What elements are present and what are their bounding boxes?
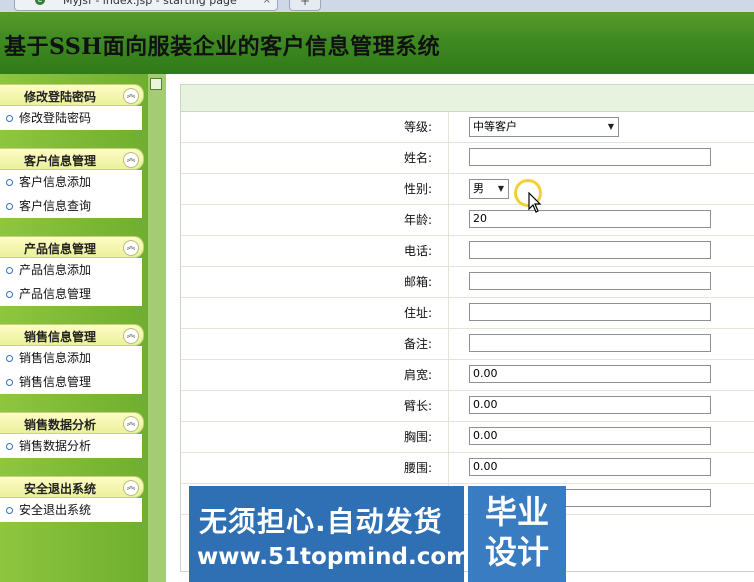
form-row-shoulder: 肩宽: 0.00 — [181, 360, 754, 391]
form-row-remark: 备注: — [181, 329, 754, 360]
sidebar-item-change-password[interactable]: 修改登陆密码 — [0, 106, 142, 130]
sidebar-item-product-add[interactable]: 产品信息添加 — [0, 258, 142, 282]
form-row-waist: 腰围: 0.00 — [181, 453, 754, 484]
sidebar-item-customer-add[interactable]: 客户信息添加 — [0, 170, 142, 194]
collapse-chevron-icon[interactable]: ︽ — [123, 240, 139, 256]
field-label: 腰围: — [181, 453, 449, 483]
bullet-icon — [6, 379, 13, 386]
form-row-address: 住址: — [181, 298, 754, 329]
form-row-phone: 电话: — [181, 236, 754, 267]
arm-length-input[interactable]: 0.00 — [469, 396, 711, 414]
bullet-icon — [6, 179, 13, 186]
watermark-side-panel: 毕业设计 — [468, 486, 566, 582]
field-label: 臂长: — [181, 391, 449, 421]
sidebar-splitter[interactable] — [148, 74, 166, 582]
field-label: 年龄: — [181, 205, 449, 235]
menu-group-product: 产品信息管理 ︽ 产品信息添加 产品信息管理 — [0, 236, 144, 306]
chest-input[interactable]: 0.00 — [469, 427, 711, 445]
field-label: 电话: — [181, 236, 449, 266]
watermark-slogan: 无须担心.自动发货 — [199, 505, 443, 538]
waist-input[interactable]: 0.00 — [469, 458, 711, 476]
browser-tab-strip: e MyJsf - index.jsp - starting page × + — [0, 0, 754, 12]
watermark-main-panel: 无须担心.自动发货 www.51topmind.com — [189, 486, 470, 582]
page-favicon-icon: e — [35, 0, 45, 5]
level-select[interactable]: 中等客户 ▼ — [469, 117, 619, 137]
watermark-banner: 无须担心.自动发货 www.51topmind.com 毕业设计 — [189, 486, 566, 582]
name-input[interactable] — [469, 148, 711, 166]
menu-group-header[interactable]: 销售数据分析 ︽ — [0, 412, 144, 434]
collapse-chevron-icon[interactable]: ︽ — [123, 328, 139, 344]
bullet-icon — [6, 291, 13, 298]
menu-group-password: 修改登陆密码 ︽ 修改登陆密码 — [0, 84, 144, 130]
menu-group-title: 销售数据分析 — [23, 418, 96, 432]
app-title: 基于SSH面向服装企业的客户信息管理系统 — [4, 34, 441, 60]
remark-input[interactable] — [469, 334, 711, 352]
address-input[interactable] — [469, 303, 711, 321]
collapse-chevron-icon[interactable]: ︽ — [123, 480, 139, 496]
collapse-chevron-icon[interactable]: ︽ — [123, 416, 139, 432]
menu-group-header[interactable]: 销售信息管理 ︽ — [0, 324, 144, 346]
watermark-url: www.51topmind.com — [197, 544, 471, 570]
menu-group-header[interactable]: 客户信息管理 ︽ — [0, 148, 144, 170]
email-input[interactable] — [469, 272, 711, 290]
shoulder-width-input[interactable]: 0.00 — [469, 365, 711, 383]
field-label: 备注: — [181, 329, 449, 359]
mouse-cursor-icon — [528, 192, 542, 213]
field-label: 等级: — [181, 112, 449, 142]
tab-close-icon[interactable]: × — [263, 0, 271, 8]
bullet-icon — [6, 267, 13, 274]
menu-group-title: 产品信息管理 — [23, 242, 96, 256]
field-label: 胸围: — [181, 422, 449, 452]
browser-tab-title: MyJsf - index.jsp - starting page — [63, 0, 237, 7]
bullet-icon — [6, 203, 13, 210]
menu-group-title: 修改登陆密码 — [23, 90, 96, 104]
field-label: 住址: — [181, 298, 449, 328]
form-row-age: 年龄: 20 — [181, 205, 754, 236]
sidebar-item-logout[interactable]: 安全退出系统 — [0, 498, 142, 522]
menu-group-header[interactable]: 修改登陆密码 ︽ — [0, 84, 144, 106]
sidebar-item-sales-add[interactable]: 销售信息添加 — [0, 346, 142, 370]
gender-select[interactable]: 男 ▼ — [469, 179, 509, 199]
browser-tab[interactable]: e MyJsf - index.jsp - starting page × — [14, 0, 278, 11]
menu-group-title: 安全退出系统 — [23, 482, 96, 496]
form-row-chest: 胸围: 0.00 — [181, 422, 754, 453]
menu-group-title: 客户信息管理 — [23, 154, 96, 168]
sidebar: 修改登陆密码 ︽ 修改登陆密码 客户信息管理 ︽ 客户信息添加 客户信息查询 产… — [0, 74, 148, 582]
dropdown-arrow-icon: ▼ — [607, 122, 614, 131]
phone-input[interactable] — [469, 241, 711, 259]
sidebar-item-sales-manage[interactable]: 销售信息管理 — [0, 370, 142, 394]
sidebar-item-customer-query[interactable]: 客户信息查询 — [0, 194, 142, 218]
form-row-arm: 臂长: 0.00 — [181, 391, 754, 422]
form-header-bar — [181, 85, 754, 112]
sidebar-item-sales-analysis[interactable]: 销售数据分析 — [0, 434, 142, 458]
bullet-icon — [6, 507, 13, 514]
app-header: 基于SSH面向服装企业的客户信息管理系统 — [0, 12, 754, 74]
bullet-icon — [6, 355, 13, 362]
watermark-side-text: 毕业设计 — [484, 493, 549, 571]
menu-group-sales: 销售信息管理 ︽ 销售信息添加 销售信息管理 — [0, 324, 144, 394]
collapse-chevron-icon[interactable]: ︽ — [123, 152, 139, 168]
menu-group-header[interactable]: 产品信息管理 ︽ — [0, 236, 144, 258]
menu-group-title: 销售信息管理 — [23, 330, 96, 344]
bullet-icon — [6, 443, 13, 450]
age-input[interactable]: 20 — [469, 210, 711, 228]
form-row-gender: 性别: 男 ▼ — [181, 174, 754, 205]
new-tab-button[interactable]: + — [289, 0, 321, 11]
field-label: 性别: — [181, 174, 449, 204]
form-row-level: 等级: 中等客户 ▼ — [181, 112, 754, 143]
field-label: 肩宽: — [181, 360, 449, 390]
field-label: 姓名: — [181, 143, 449, 173]
sidebar-item-product-manage[interactable]: 产品信息管理 — [0, 282, 142, 306]
menu-group-customer: 客户信息管理 ︽ 客户信息添加 客户信息查询 — [0, 148, 144, 218]
form-row-name: 姓名: — [181, 143, 754, 174]
menu-group-logout: 安全退出系统 ︽ 安全退出系统 — [0, 476, 144, 522]
bullet-icon — [6, 115, 13, 122]
sidebar-toggle-icon[interactable] — [150, 78, 162, 90]
menu-group-header[interactable]: 安全退出系统 ︽ — [0, 476, 144, 498]
menu-group-analysis: 销售数据分析 ︽ 销售数据分析 — [0, 412, 144, 458]
dropdown-arrow-icon: ▼ — [497, 184, 504, 193]
form-row-email: 邮箱: — [181, 267, 754, 298]
collapse-chevron-icon[interactable]: ︽ — [123, 88, 139, 104]
field-label: 邮箱: — [181, 267, 449, 297]
